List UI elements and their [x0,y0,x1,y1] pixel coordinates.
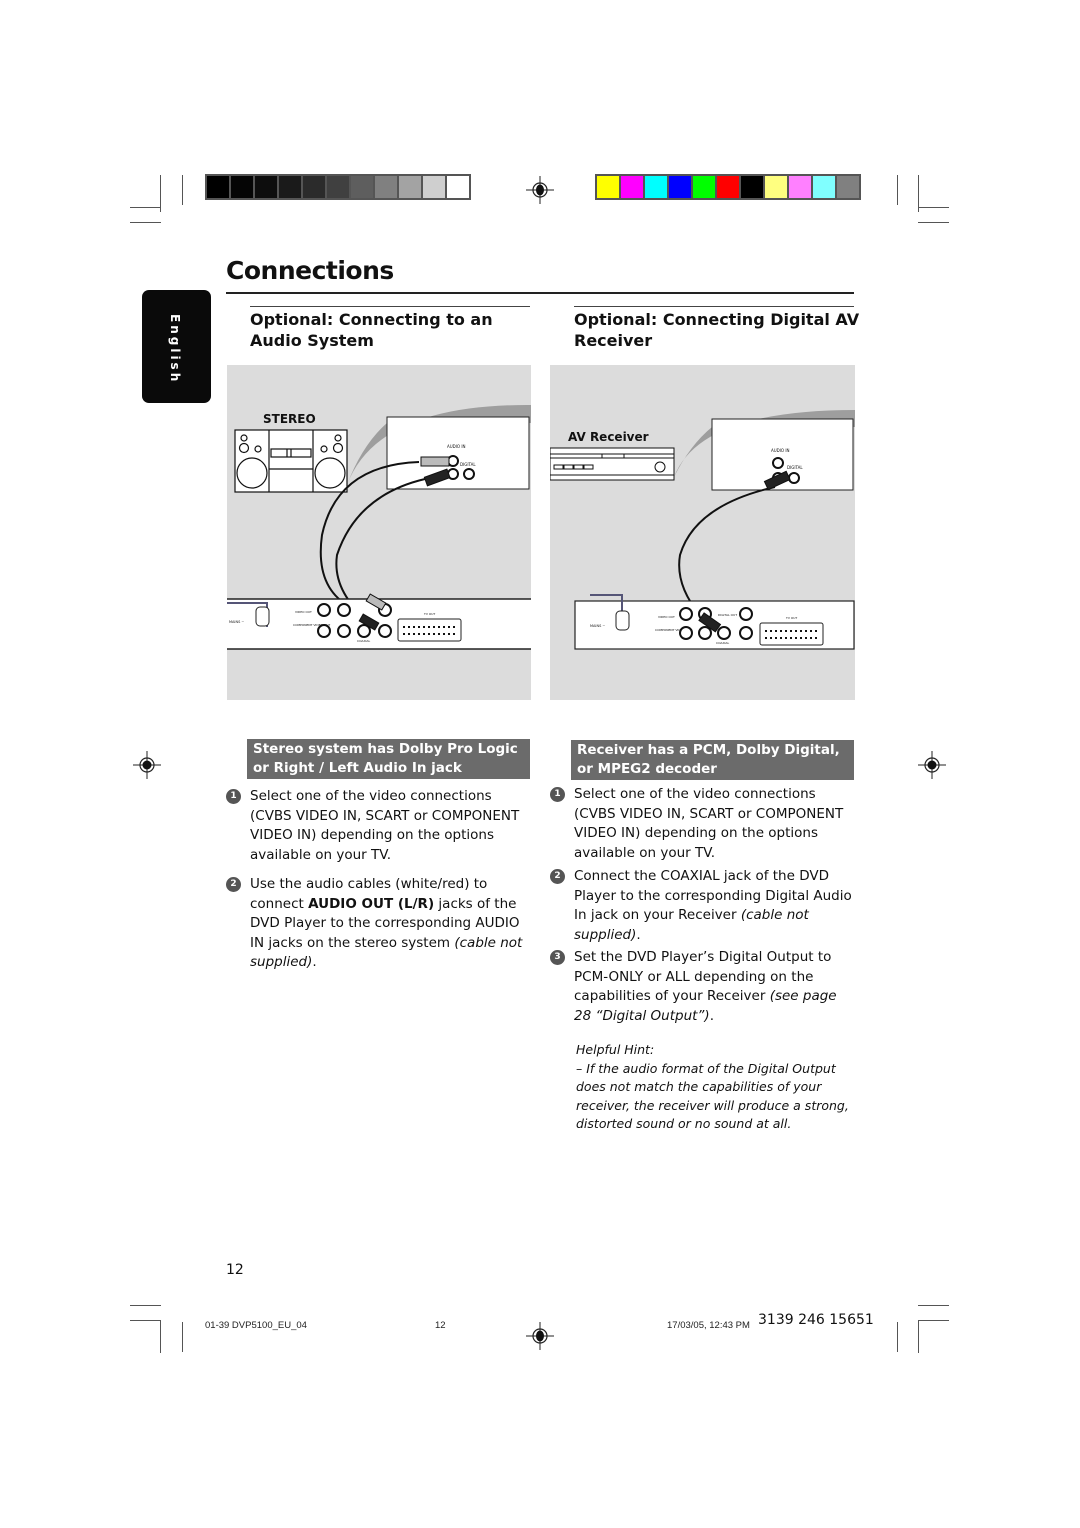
left-section-rule [250,306,530,307]
calibration-swatch [447,176,469,198]
crop-mark [918,1320,949,1321]
left-step-2: 2 Use the audio cables (white/red) to co… [226,875,532,973]
step-number-badge: 3 [550,950,565,965]
av-receiver-icon [549,447,675,481]
right-condition-banner: Receiver has a PCM, Dolby Digital, or MP… [571,740,854,780]
page-title: Connections [226,256,394,285]
calibration-swatch [813,176,835,198]
part-number: 3139 246 15651 [758,1312,874,1328]
crop-mark [918,207,949,208]
rca-plug-white [420,456,450,467]
calibration-swatch [837,176,859,198]
calibration-swatch [351,176,373,198]
svg-text:MAINS ~: MAINS ~ [229,620,244,624]
calibration-swatch [279,176,301,198]
crop-mark [130,1305,161,1306]
calibration-swatch [207,176,229,198]
svg-text:TV OUT: TV OUT [423,612,435,616]
stereo-system-icon [234,429,348,493]
crop-mark [897,175,898,205]
calibration-swatch [423,176,445,198]
helpful-hint-text: – If the audio format of the Digital Out… [576,1060,849,1132]
left-section-heading: Optional: Connecting to an Audio System [250,310,493,350]
left-condition-banner: Stereo system has Dolby Pro Logic or Rig… [247,739,530,779]
svg-text:COAXIAL: COAXIAL [357,639,370,643]
step-number-badge: 1 [226,789,241,804]
calibration-swatch [597,176,619,198]
crop-mark [918,1305,949,1306]
svg-text:VIDEO OUT: VIDEO OUT [658,615,675,619]
crop-mark [182,1322,183,1352]
dvd-player-rear-panel: MAINS ~ VIDEO OUT COMPONENT VIDEO OUT CO… [227,593,531,650]
calibration-swatch [303,176,325,198]
helpful-hint-title: Helpful Hint: [576,1042,655,1057]
crop-mark [160,1320,161,1353]
digital-label: DIGITAL [787,465,803,470]
step-number-badge: 1 [550,787,565,802]
calibration-swatch [375,176,397,198]
crop-mark [130,1320,161,1321]
svg-text:VIDEO OUT: VIDEO OUT [295,610,312,614]
footer-timestamp: 17/03/05, 12:43 PM [667,1320,750,1331]
left-step-1: 1 Select one of the video connections (C… [226,787,532,865]
page-number: 12 [226,1262,244,1278]
calibration-swatch [231,176,253,198]
digital-in-jack [788,472,800,484]
crop-mark [918,222,949,223]
crop-mark [918,1320,919,1353]
registration-mark-icon [918,751,946,779]
language-tab-label: English [168,314,182,385]
footer-page: 12 [435,1320,446,1331]
svg-text:DIGITAL OUT: DIGITAL OUT [718,613,737,617]
digital-label: DIGITAL [460,462,476,467]
calibration-swatch [765,176,787,198]
step-number-badge: 2 [226,877,241,892]
crop-mark [897,1322,898,1352]
calibration-swatch [789,176,811,198]
audio-in-l-jack [772,457,784,469]
calibration-swatch [399,176,421,198]
right-step-3: 3 Set the DVD Player’s Digital Output to… [550,948,856,1026]
stereo-label: STEREO [263,412,316,426]
calibration-swatch [669,176,691,198]
right-step-1: 1 Select one of the video connections (C… [550,785,856,863]
crop-mark [130,207,161,208]
crop-mark [130,222,161,223]
right-section-heading: Optional: Connecting Digital AV Receiver [574,310,860,350]
calibration-swatch [327,176,349,198]
registration-mark-icon [526,176,554,204]
stereo-rear-panel [386,416,530,490]
digital-jack [463,468,475,480]
language-tab: English [142,290,211,403]
calibration-swatch [255,176,277,198]
right-section-rule [574,306,854,307]
calibration-swatch [621,176,643,198]
calibration-swatch [693,176,715,198]
av-receiver-connection-diagram: AV Receiver AUDIO IN DIGITAL MAINS ~ VID… [549,365,855,700]
dvd-player-rear-panel: MAINS ~ VIDEO OUT COMPONENT VIDEO OUT DI… [574,594,855,650]
audio-in-label: AUDIO IN [771,448,790,453]
svg-text:MAINS ~: MAINS ~ [590,624,605,628]
grayscale-calibration-strip [205,174,471,200]
stereo-connection-diagram: STEREO AUDIO IN DIGITAL MAINS ~ VIDEO OU… [227,365,531,700]
step-number-badge: 2 [550,869,565,884]
coaxial-cable [678,486,776,616]
color-calibration-strip [595,174,861,200]
helpful-hint: Helpful Hint: – If the audio format of t… [576,1041,858,1134]
footer-filename: 01-39 DVP5100_EU_04 [205,1320,307,1331]
calibration-swatch [717,176,739,198]
crop-mark [182,175,183,205]
right-step-2: 2 Connect the COAXIAL jack of the DVD Pl… [550,867,856,945]
registration-mark-icon [526,1322,554,1350]
audio-in-label: AUDIO IN [447,444,466,449]
svg-text:TV OUT: TV OUT [785,616,797,620]
title-rule [226,292,854,294]
registration-mark-icon [133,751,161,779]
av-receiver-label: AV Receiver [568,430,649,444]
calibration-swatch [645,176,667,198]
calibration-swatch [741,176,763,198]
svg-text:COAXIAL: COAXIAL [716,641,729,645]
